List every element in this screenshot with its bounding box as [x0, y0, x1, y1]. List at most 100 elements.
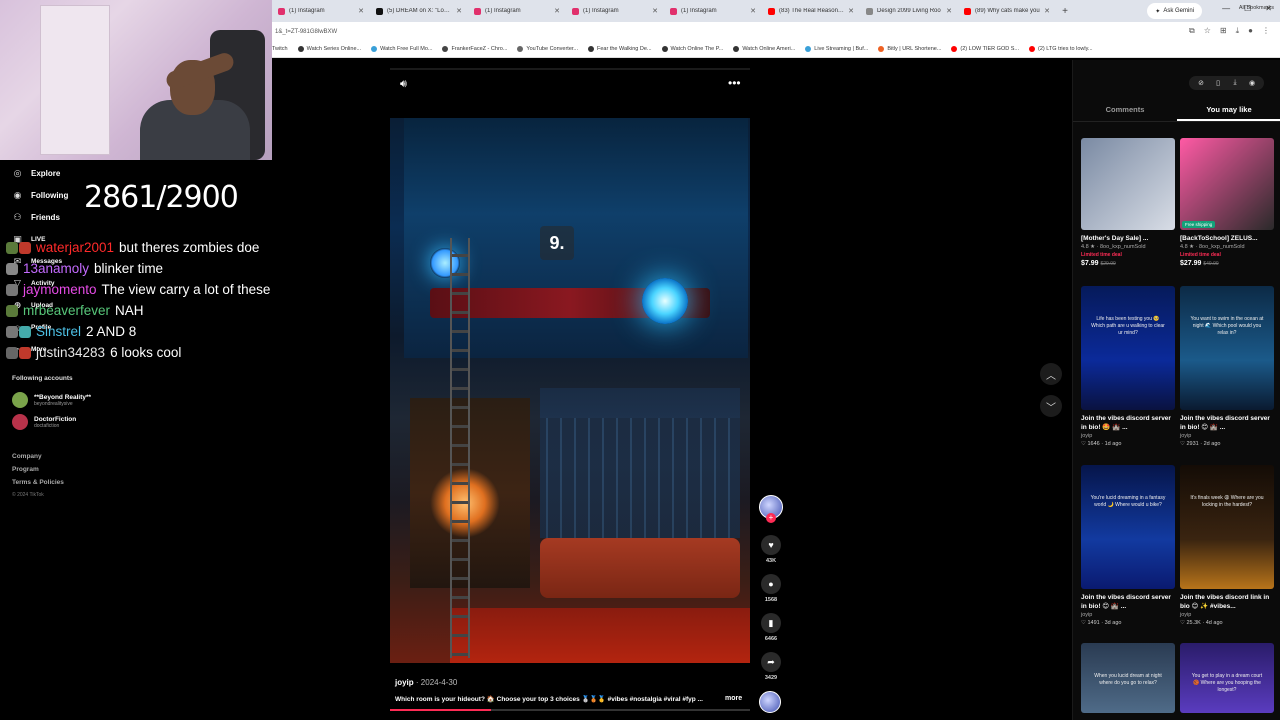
sound-disc-icon[interactable] [759, 691, 781, 713]
next-video-button[interactable]: ﹀ [1040, 395, 1062, 417]
phone-icon[interactable]: ▯ [1212, 79, 1224, 87]
tab-you-may-like[interactable]: You may like [1177, 100, 1280, 121]
blocked-icon[interactable]: ⊘ [1195, 79, 1207, 87]
tab-close-icon[interactable]: ✕ [358, 7, 364, 15]
recommendation-card[interactable]: Free shipping [BackToSchool] ZELUS... 4.8 … [1180, 138, 1274, 267]
browser-tab[interactable]: (89) Why cats make you ✕ [958, 0, 1056, 22]
bookmark-item[interactable]: Live Streaming | Buf... [805, 46, 868, 52]
webcam-door [40, 5, 110, 155]
bookmark-item[interactable]: FrankerFaceZ - Chro... [442, 46, 507, 52]
bookmark-item[interactable]: Fear the Walking De... [588, 46, 652, 52]
bookmark-favicon-icon [805, 46, 812, 52]
bookmark-item[interactable]: (2) LOW TIER GOD S... [951, 46, 1019, 52]
card-thumbnail[interactable]: When you lucid dream at night where do y… [1081, 643, 1175, 713]
download-icon[interactable]: ⤓ [1236, 26, 1240, 36]
browser-tab[interactable]: (83) The Real Reason G ✕ [762, 0, 860, 22]
tab-favicon-icon [768, 7, 775, 15]
stream-counter: 2861/2900 [84, 180, 239, 215]
following-account[interactable]: DoctorFiction doctafiction [12, 414, 76, 430]
browser-tab[interactable]: Design 2099 Living Roo ✕ [860, 0, 958, 22]
recommendation-card[interactable]: [Mother's Day Sale] ... 4.8 ★ · 8oo_kxp_n… [1081, 138, 1175, 267]
download-icon[interactable]: ⤓ [1229, 79, 1241, 87]
browser-tab[interactable]: (1) Instagram ✕ [272, 0, 370, 22]
tab-close-icon[interactable]: ✕ [652, 7, 658, 15]
tab-close-icon[interactable]: ✕ [750, 7, 756, 15]
all-bookmarks-link[interactable]: All Bookmarks [1239, 5, 1274, 11]
cast-icon[interactable]: ⧉ [1189, 26, 1195, 36]
recommendation-card[interactable]: Life has been testing you 🥺 Which path a… [1081, 286, 1175, 447]
browser-tab[interactable]: (5) DREAM on X: "Lookin ✕ [370, 0, 468, 22]
globe-icon[interactable]: ◉ [1246, 79, 1258, 87]
footer-link-program[interactable]: Program [12, 466, 39, 473]
new-tab-button[interactable]: + [1056, 6, 1074, 17]
bookmark-item[interactable]: Watch Online The P... [661, 46, 723, 52]
nav-item-friends[interactable]: ⚇ Friends [12, 212, 59, 223]
video-player[interactable]: 9. [390, 118, 750, 663]
recommendation-card[interactable]: You want to swim in the ocean at night 🌊… [1180, 286, 1274, 447]
recommendation-card[interactable]: When you lucid dream at night where do y… [1081, 643, 1175, 713]
bookmark-item[interactable]: Bitly | URL Shortene... [878, 46, 941, 52]
video-caption-more[interactable]: more [725, 695, 742, 702]
star-icon[interactable]: ☆ [1204, 26, 1211, 36]
card-thumbnail[interactable]: Life has been testing you 🥺 Which path a… [1081, 286, 1175, 410]
video-top-progress [390, 68, 750, 70]
nav-item-following[interactable]: ◉ Following [12, 190, 69, 201]
webcam-overlay [0, 0, 272, 160]
card-thumbnail[interactable]: Free shipping [1180, 138, 1274, 230]
follow-plus-icon[interactable]: + [766, 513, 776, 523]
tab-close-icon[interactable]: ✕ [456, 7, 462, 15]
volume-icon[interactable]: 🔊︎ [400, 78, 407, 91]
browser-tab[interactable]: (1) Instagram ✕ [566, 0, 664, 22]
tab-close-icon[interactable]: ✕ [554, 7, 560, 15]
comment-button[interactable]: ● 1568 [757, 574, 785, 603]
minimize-icon[interactable]: — [1222, 4, 1230, 13]
like-button[interactable]: ♥ 43K [757, 535, 785, 564]
avatar [12, 392, 28, 408]
thumbnail-caption: You get to play in a dream court 🏀 Where… [1191, 673, 1263, 693]
card-thumbnail[interactable]: You're lucid dreaming in a fantasy world… [1081, 465, 1175, 589]
nav-item-explore[interactable]: ◎ Explore [12, 168, 61, 179]
recommendation-card[interactable]: You get to play in a dream court 🏀 Where… [1180, 643, 1274, 713]
video-progress-bar[interactable] [390, 709, 750, 711]
bookmark-item[interactable]: (2) LTG tries to lowly... [1029, 46, 1093, 52]
chat-message: 13anamoly blinker time [6, 261, 163, 276]
card-thumbnail[interactable]: You want to swim in the ocean at night 🌊… [1180, 286, 1274, 410]
video-scene-ladder [450, 238, 470, 658]
bookmark-item[interactable]: Watch Free Full Mo... [371, 46, 432, 52]
recommendation-card[interactable]: It's finals week 😩 Where are you locking… [1180, 465, 1274, 626]
ask-gemini-button[interactable]: ✦ Ask Gemini [1147, 3, 1202, 19]
extensions-icon[interactable]: ⊞ [1220, 26, 1227, 36]
following-account[interactable]: **Beyond Reality** beyondrealitysive [12, 392, 91, 408]
bookmark-item[interactable]: Watch Online Ameri... [733, 46, 795, 52]
share-button[interactable]: ➦ 3429 [757, 652, 785, 681]
video-more-icon[interactable]: ••• [728, 76, 741, 90]
bookmark-item[interactable]: YouTube Converter... [517, 46, 578, 52]
bookmark-item[interactable]: Watch Series Online... [297, 46, 361, 52]
browser-tab[interactable]: (1) Instagram ✕ [468, 0, 566, 22]
tab-close-icon[interactable]: ✕ [848, 7, 854, 15]
chat-username: 13anamoly [23, 261, 90, 276]
url-text[interactable]: 1&_t=ZT-981G8lwBXW [272, 29, 337, 35]
card-age: 3d ago [1104, 620, 1122, 626]
address-bar[interactable]: 1&_t=ZT-981G8lwBXW ⧉ ☆ ⊞ ⤓ ● ⋮ [272, 22, 1280, 41]
previous-video-button[interactable]: ︿ [1040, 363, 1062, 385]
video-author[interactable]: joyip [395, 678, 414, 687]
tab-close-icon[interactable]: ✕ [1044, 7, 1050, 15]
bookmark-item[interactable]: Twitch [272, 46, 288, 52]
browser-tab[interactable]: (1) Instagram ✕ [664, 0, 762, 22]
tab-comments[interactable]: Comments [1073, 100, 1177, 121]
thumbnail-caption: You want to swim in the ocean at night 🌊… [1190, 316, 1264, 336]
chat-message: waterjar2001 but theres zombies doe [6, 240, 259, 255]
menu-kebab-icon[interactable]: ⋮ [1262, 26, 1270, 36]
footer-link-company[interactable]: Company [12, 453, 42, 460]
card-thumbnail[interactable] [1081, 138, 1175, 230]
profile-avatar-icon[interactable]: ● [1248, 26, 1253, 36]
footer-link-terms-policies[interactable]: Terms & Policies [12, 479, 64, 486]
card-thumbnail[interactable]: It's finals week 😩 Where are you locking… [1180, 465, 1274, 589]
card-rating: 4.8 ★ · 8oo_kxp_numSold [1180, 244, 1245, 250]
screen: (1) Instagram ✕ (5) DREAM on X: "Lookin ✕ (1… [0, 0, 1280, 720]
recommendation-card[interactable]: You're lucid dreaming in a fantasy world… [1081, 465, 1175, 626]
tab-close-icon[interactable]: ✕ [946, 7, 952, 15]
save-button[interactable]: ▮ 6466 [757, 613, 785, 642]
card-thumbnail[interactable]: You get to play in a dream court 🏀 Where… [1180, 643, 1274, 713]
